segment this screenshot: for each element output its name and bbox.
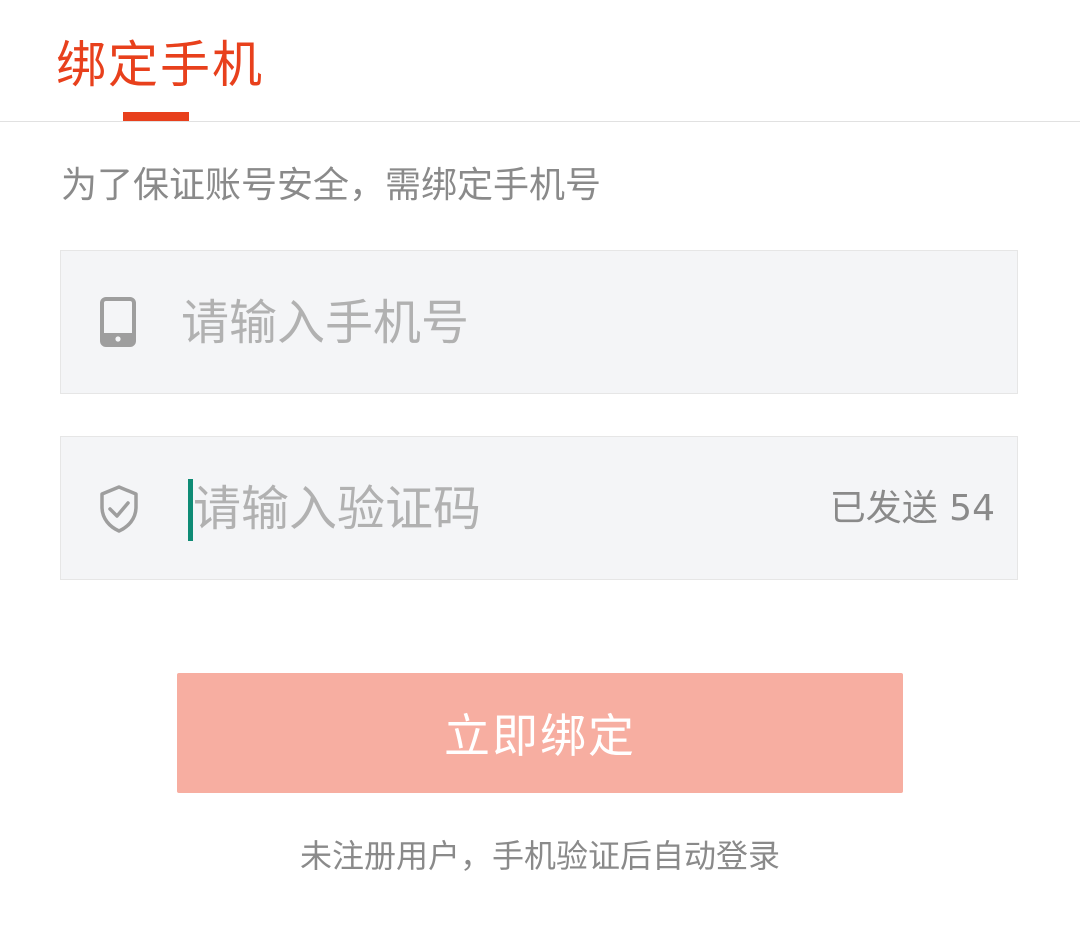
bind-now-button[interactable]: 立即绑定	[177, 673, 903, 793]
verification-code-field[interactable]: 已发送 54	[60, 436, 1018, 580]
bind-phone-page: 绑定手机 为了保证账号安全，需绑定手机号 已发送 54 立即绑定 未注册用户，手…	[0, 0, 1080, 950]
shield-check-icon	[100, 485, 138, 533]
phone-field[interactable]	[60, 250, 1018, 394]
tab-active-indicator	[123, 112, 189, 121]
security-hint: 为了保证账号安全，需绑定手机号	[61, 165, 602, 206]
tab-bind-phone[interactable]: 绑定手机	[56, 32, 264, 98]
auto-login-note: 未注册用户，手机验证后自动登录	[299, 837, 780, 875]
resend-countdown: 已发送 54	[829, 488, 995, 529]
verification-code-input[interactable]	[193, 467, 813, 551]
phone-input[interactable]	[181, 281, 801, 365]
tab-header: 绑定手机	[0, 0, 1080, 122]
mobile-phone-icon	[100, 297, 136, 347]
